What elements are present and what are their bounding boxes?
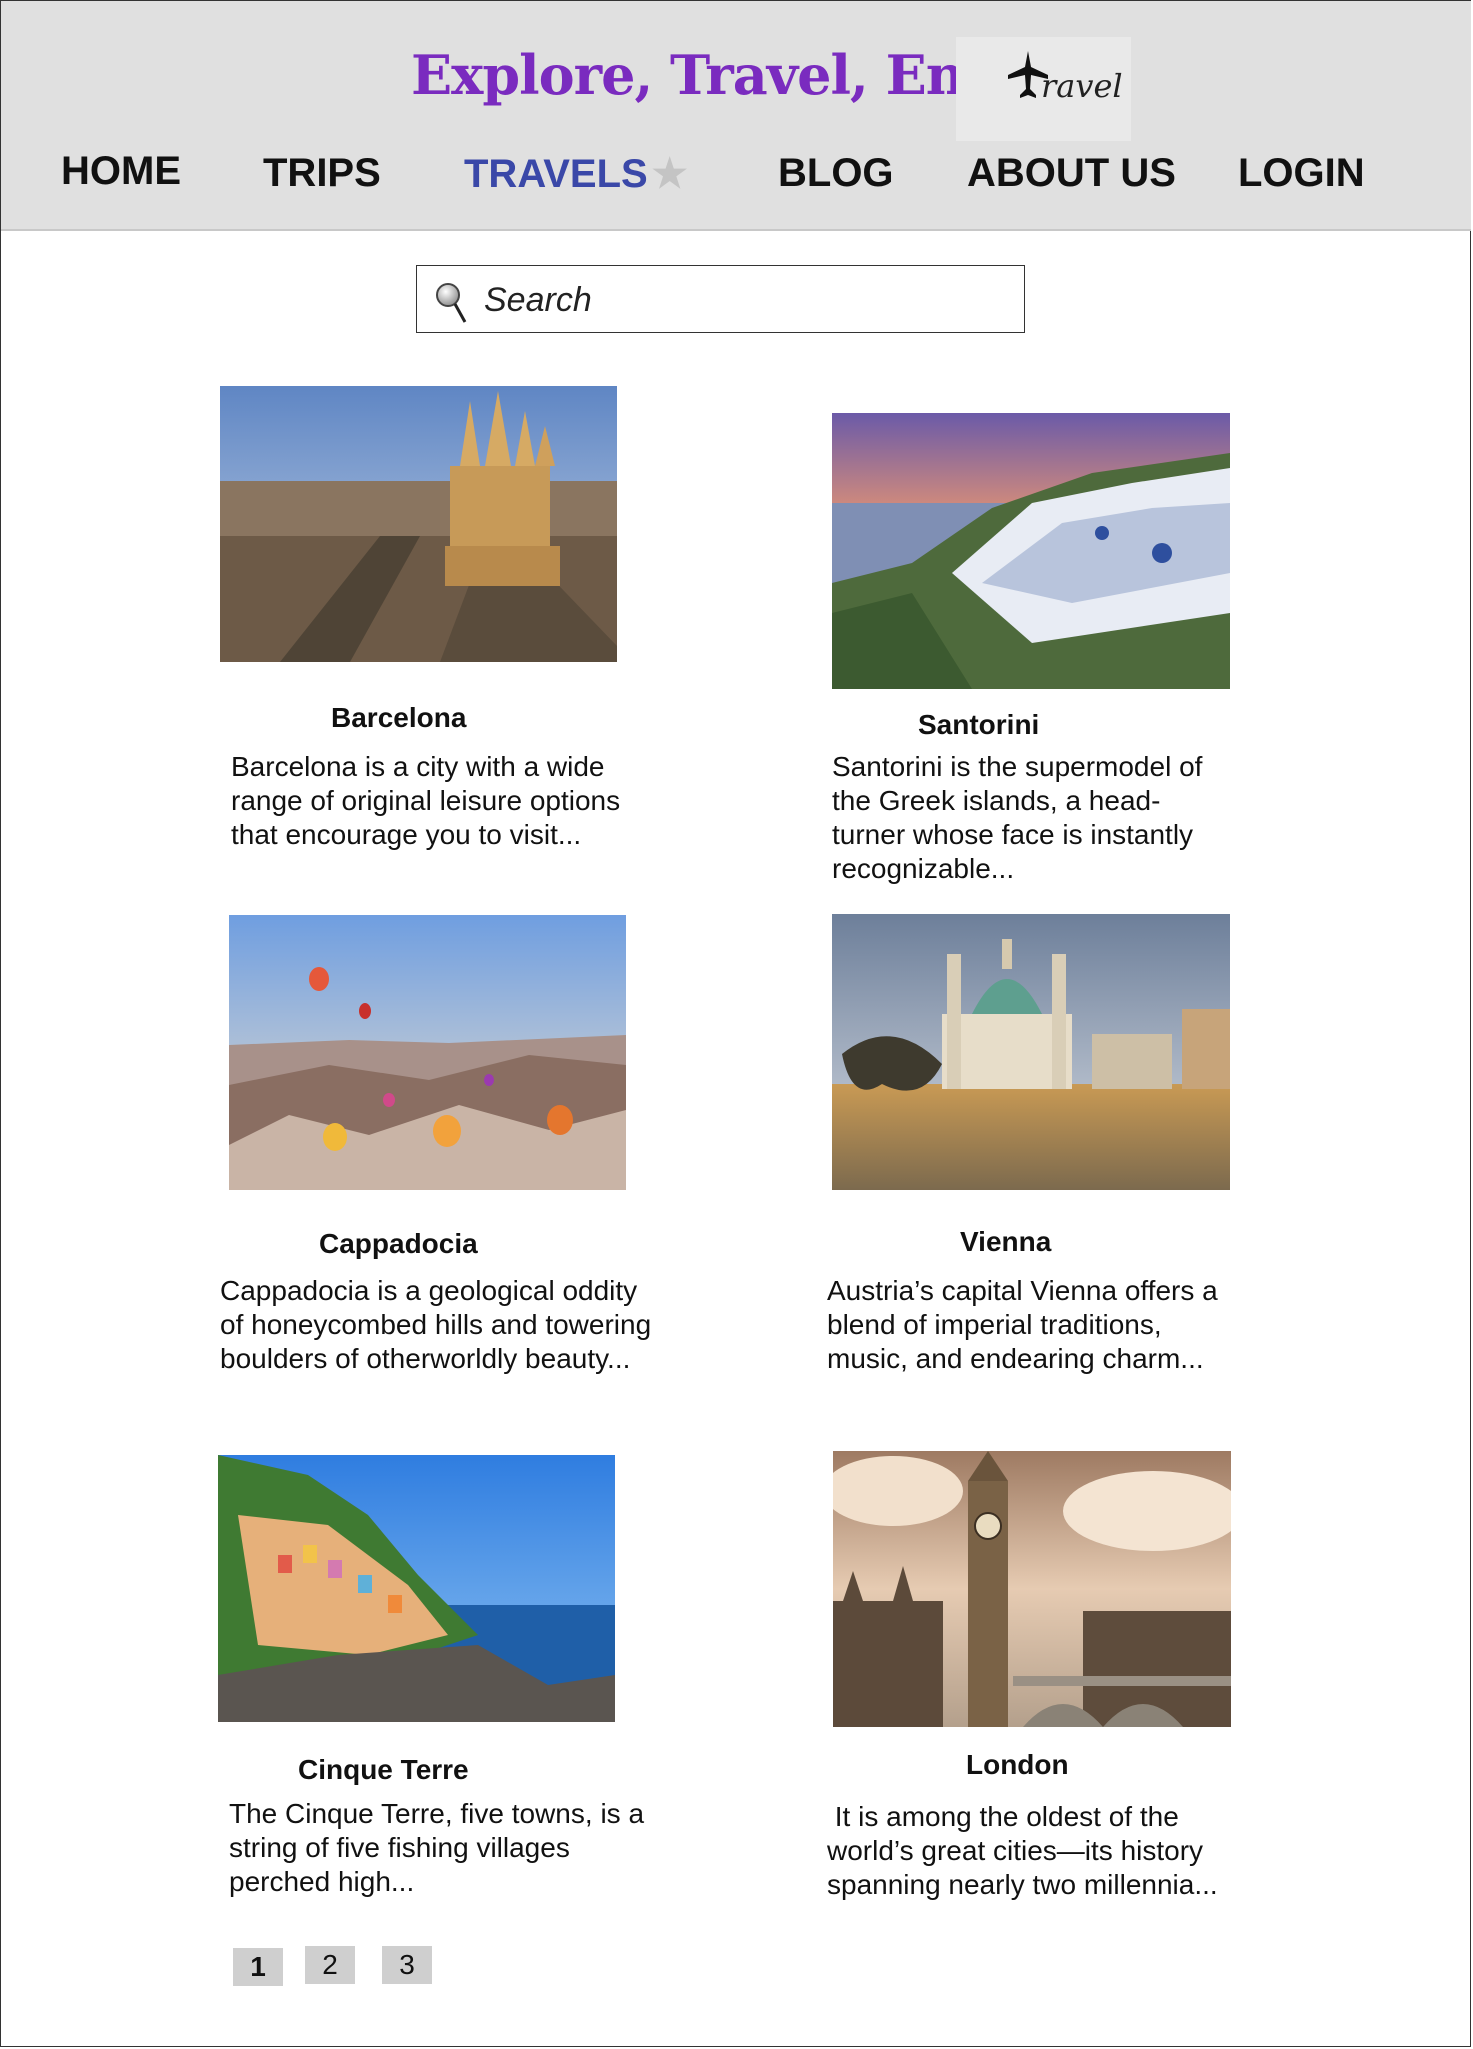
nav-login[interactable]: LOGIN: [1238, 151, 1365, 196]
card-title[interactable]: Barcelona: [331, 702, 466, 734]
card-title[interactable]: Vienna: [960, 1226, 1051, 1258]
page-3-button[interactable]: 3: [382, 1946, 432, 1984]
logo-text: ravel: [1041, 67, 1123, 105]
search-input[interactable]: [482, 276, 1006, 324]
card-title[interactable]: Santorini: [918, 709, 1039, 741]
card-title[interactable]: Cinque Terre: [298, 1754, 469, 1786]
cinque-terre-photo[interactable]: [218, 1455, 615, 1722]
nav-about-us[interactable]: ABOUT US: [967, 151, 1176, 196]
nav-trips[interactable]: TRIPS: [263, 151, 381, 196]
page-2-button[interactable]: 2: [305, 1946, 355, 1984]
site-title: Explore, Travel, Enjoy: [411, 43, 1049, 107]
star-icon: ★: [651, 152, 688, 196]
card-description: Barcelona is a city with a wide range of…: [231, 751, 621, 850]
london-photo[interactable]: [833, 1451, 1231, 1727]
card-description: Santorini is the supermodel of the Greek…: [832, 751, 1203, 884]
nav-travels[interactable]: TRAVELS ★: [464, 151, 688, 197]
barcelona-photo[interactable]: [220, 386, 617, 662]
cappadocia-photo[interactable]: [229, 915, 626, 1190]
card-description: Cappadocia is a geological oddity of hon…: [220, 1275, 652, 1374]
nav-home[interactable]: HOME: [61, 149, 181, 194]
card-description: It is among the oldest of the world’s gr…: [827, 1801, 1218, 1900]
vienna-photo[interactable]: [832, 914, 1230, 1190]
site-header: Explore, Travel, Enjoy ravel HOME TRIPS …: [1, 1, 1471, 231]
card-description: Austria’s capital Vienna offers a blend …: [827, 1275, 1218, 1374]
page-1-button[interactable]: 1: [233, 1948, 283, 1986]
search-box: [416, 265, 1025, 333]
card-title[interactable]: London: [966, 1749, 1069, 1781]
card-title[interactable]: Cappadocia: [319, 1228, 478, 1260]
card-description: The Cinque Terre, five towns, is a strin…: [229, 1798, 645, 1897]
nav-travels-label: TRAVELS: [464, 152, 648, 196]
search-icon: [436, 283, 467, 323]
santorini-photo[interactable]: [832, 413, 1230, 689]
travel-logo[interactable]: ravel: [956, 37, 1131, 141]
nav-blog[interactable]: BLOG: [778, 151, 894, 196]
